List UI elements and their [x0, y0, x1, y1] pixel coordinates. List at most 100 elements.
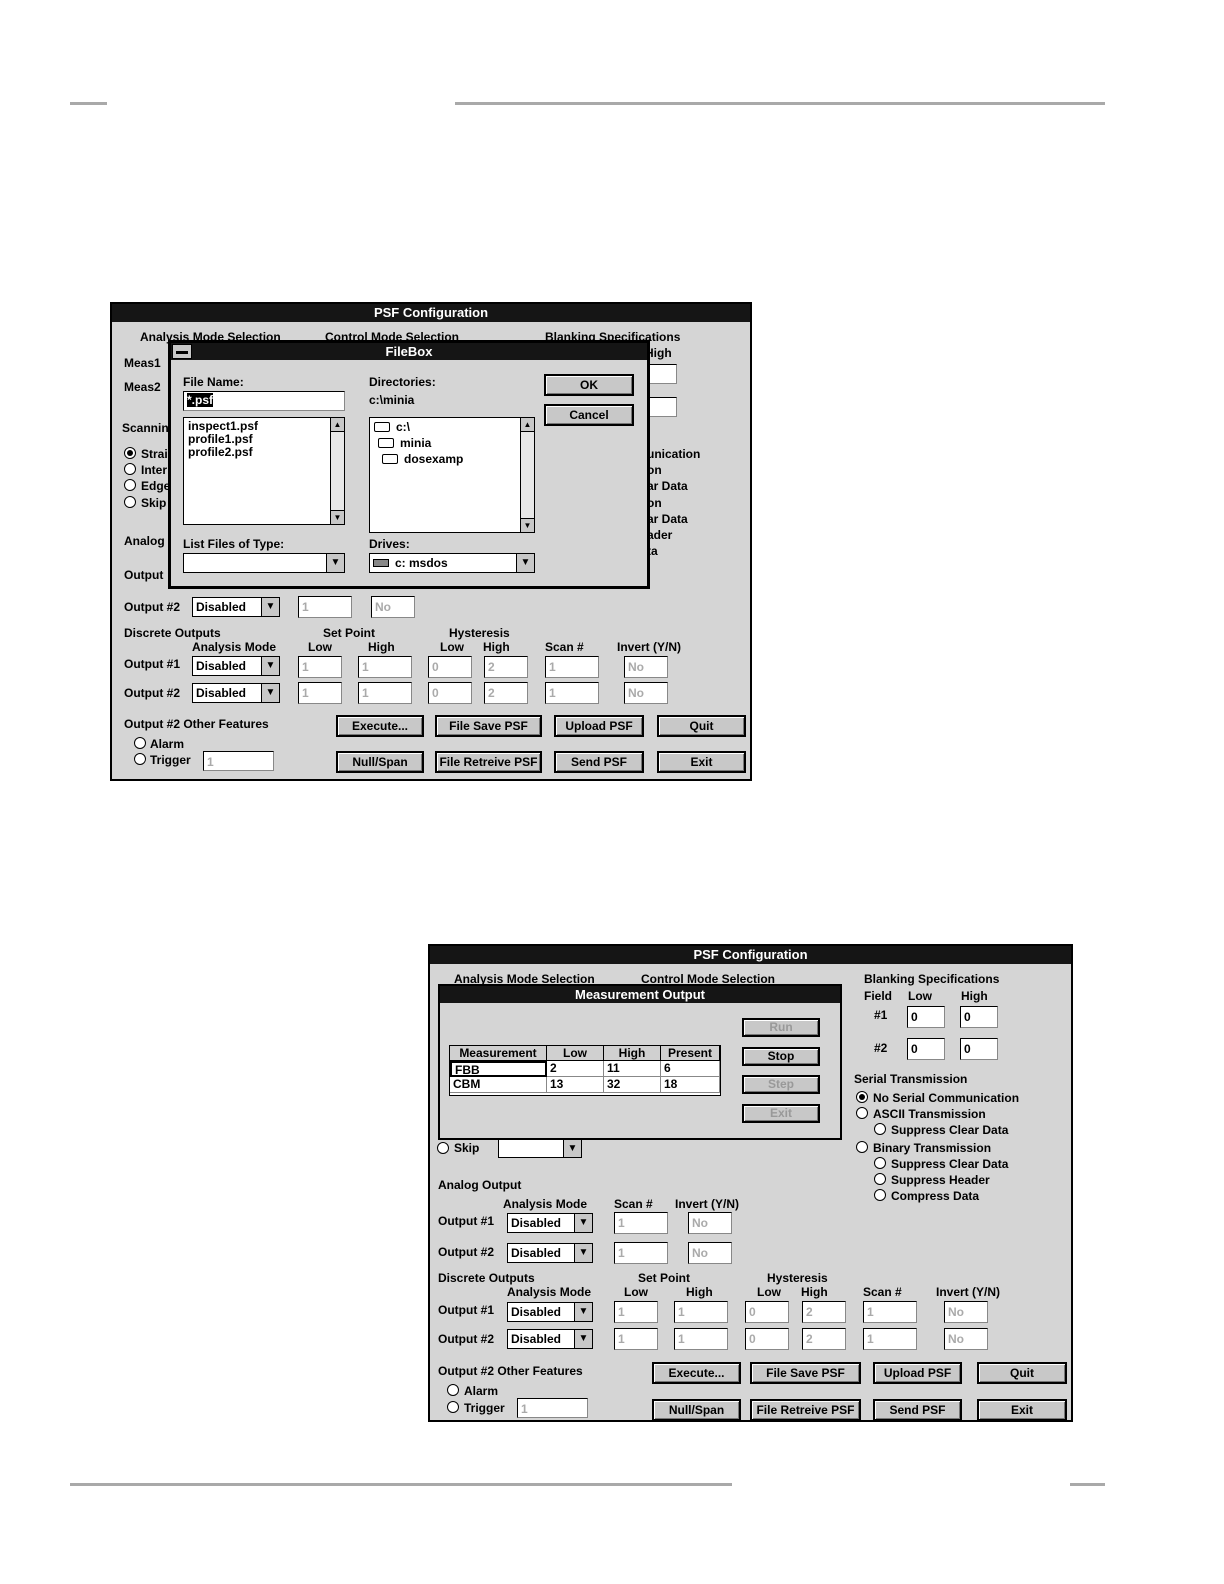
d-output2-sp-low[interactable]: 1 — [298, 682, 342, 704]
quit-button[interactable]: Quit — [977, 1362, 1067, 1384]
suppress-header-radio[interactable] — [874, 1173, 886, 1185]
d-output2-hy-low[interactable]: 0 — [745, 1328, 789, 1350]
scan-radio-2[interactable] — [124, 463, 136, 475]
a-output2-mode[interactable]: Disabled ▼ — [507, 1243, 593, 1263]
dropdown-arrow-icon[interactable]: ▼ — [574, 1244, 592, 1262]
exit-button[interactable]: Exit — [977, 1399, 1067, 1421]
d-output1-sp-high[interactable]: 1 — [358, 656, 412, 678]
blank-row1-high[interactable]: 0 — [960, 1006, 998, 1028]
drives-dropdown[interactable]: c: msdos ▼ — [369, 553, 535, 573]
upload-psf-button[interactable]: Upload PSF — [873, 1362, 962, 1384]
d-output2-hy-low[interactable]: 0 — [428, 682, 472, 704]
scan-radio-1[interactable] — [124, 447, 136, 459]
d-output1-sp-low[interactable]: 1 — [614, 1301, 658, 1323]
dropdown-arrow-icon[interactable]: ▼ — [516, 554, 534, 572]
serial-ascii-radio[interactable] — [856, 1107, 868, 1119]
dir-item[interactable]: minia — [378, 437, 431, 450]
scroll-up-icon[interactable]: ▲ — [331, 418, 344, 432]
dir-list-scrollbar[interactable]: ▲ ▼ — [520, 418, 534, 532]
dir-item[interactable]: dosexamp — [382, 453, 463, 466]
trigger-radio[interactable] — [447, 1401, 459, 1413]
compress-data-radio[interactable] — [874, 1189, 886, 1201]
file-save-psf-button[interactable]: File Save PSF — [750, 1362, 861, 1384]
d-output2-mode[interactable]: Disabled ▼ — [507, 1329, 593, 1349]
scroll-down-icon[interactable]: ▼ — [521, 518, 534, 532]
d-output1-hy-high[interactable]: 2 — [802, 1301, 846, 1323]
system-menu-icon[interactable] — [172, 344, 192, 359]
skip-dropdown[interactable]: ▼ — [498, 1139, 582, 1158]
d-output2-sp-high[interactable]: 1 — [674, 1328, 728, 1350]
upload-psf-button[interactable]: Upload PSF — [554, 715, 644, 737]
file-name-input[interactable]: *.psf — [183, 391, 345, 411]
a-output2-invert[interactable]: No — [688, 1242, 732, 1264]
step-button[interactable]: Step — [742, 1075, 820, 1094]
d-output1-scan[interactable]: 1 — [545, 656, 599, 678]
dropdown-arrow-icon[interactable]: ▼ — [261, 657, 279, 675]
alarm-radio[interactable] — [447, 1384, 459, 1396]
d-output2-scan[interactable]: 1 — [545, 682, 599, 704]
d-output2-mode[interactable]: Disabled ▼ — [192, 683, 280, 703]
output2-scan[interactable]: 1 — [298, 596, 352, 618]
d-output1-sp-low[interactable]: 1 — [298, 656, 342, 678]
file-item[interactable]: profile2.psf — [188, 446, 253, 459]
skip-radio[interactable] — [437, 1142, 449, 1154]
d-output2-invert[interactable]: No — [624, 682, 668, 704]
send-psf-button[interactable]: Send PSF — [554, 751, 644, 773]
trigger-input[interactable]: 1 — [517, 1398, 588, 1418]
scan-radio-4[interactable] — [124, 496, 136, 508]
d-output1-sp-high[interactable]: 1 — [674, 1301, 728, 1323]
execute-button[interactable]: Execute... — [336, 715, 424, 737]
dropdown-arrow-icon[interactable]: ▼ — [563, 1140, 581, 1157]
run-button[interactable]: Run — [742, 1018, 820, 1037]
ok-button[interactable]: OK — [544, 374, 634, 396]
d-output2-hy-high[interactable]: 2 — [484, 682, 528, 704]
dropdown-arrow-icon[interactable]: ▼ — [574, 1214, 592, 1232]
d-output1-hy-low[interactable]: 0 — [428, 656, 472, 678]
null-span-button[interactable]: Null/Span — [652, 1399, 741, 1421]
file-save-psf-button[interactable]: File Save PSF — [435, 715, 542, 737]
quit-button[interactable]: Quit — [657, 715, 746, 737]
dropdown-arrow-icon[interactable]: ▼ — [261, 598, 279, 616]
dropdown-arrow-icon[interactable]: ▼ — [574, 1330, 592, 1348]
directory-list[interactable]: c:\ minia dosexamp ▲ ▼ — [369, 417, 535, 533]
table-cell[interactable]: FBB — [450, 1061, 547, 1077]
blank-row2-high[interactable]: 0 — [960, 1038, 998, 1060]
d-output1-hy-high[interactable]: 2 — [484, 656, 528, 678]
d-output2-sp-high[interactable]: 1 — [358, 682, 412, 704]
file-list-scrollbar[interactable]: ▲ ▼ — [330, 418, 344, 524]
output2-mode-dropdown[interactable]: Disabled ▼ — [192, 597, 280, 617]
a-output1-scan[interactable]: 1 — [614, 1212, 668, 1234]
file-list[interactable]: inspect1.psf profile1.psf profile2.psf ▲… — [183, 417, 345, 525]
ascii-suppress-clear-radio[interactable] — [874, 1123, 886, 1135]
stop-button[interactable]: Stop — [742, 1047, 820, 1066]
send-psf-button[interactable]: Send PSF — [873, 1399, 962, 1421]
output2-invert[interactable]: No — [371, 596, 415, 618]
serial-none-radio[interactable] — [856, 1091, 868, 1103]
serial-binary-radio[interactable] — [856, 1141, 868, 1153]
cancel-button[interactable]: Cancel — [544, 404, 634, 426]
d-output1-hy-low[interactable]: 0 — [745, 1301, 789, 1323]
d-output2-sp-low[interactable]: 1 — [614, 1328, 658, 1350]
alarm-radio[interactable] — [134, 737, 146, 749]
a-output1-mode[interactable]: Disabled ▼ — [507, 1213, 593, 1233]
d-output2-invert[interactable]: No — [944, 1328, 988, 1350]
scan-radio-3[interactable] — [124, 479, 136, 491]
exit-button[interactable]: Exit — [657, 751, 746, 773]
d-output1-invert[interactable]: No — [944, 1301, 988, 1323]
blank-row1-low[interactable]: 0 — [907, 1006, 945, 1028]
binary-suppress-clear-radio[interactable] — [874, 1157, 886, 1169]
trigger-input[interactable]: 1 — [203, 751, 274, 771]
scroll-up-icon[interactable]: ▲ — [521, 418, 534, 432]
d-output1-mode[interactable]: Disabled ▼ — [507, 1302, 593, 1322]
d-output2-hy-high[interactable]: 2 — [802, 1328, 846, 1350]
dropdown-arrow-icon[interactable]: ▼ — [574, 1303, 592, 1321]
file-type-dropdown[interactable]: ▼ — [183, 553, 345, 573]
file-retreive-psf-button[interactable]: File Retreive PSF — [435, 751, 542, 773]
execute-button[interactable]: Execute... — [652, 1362, 741, 1384]
d-output2-scan[interactable]: 1 — [863, 1328, 917, 1350]
a-output2-scan[interactable]: 1 — [614, 1242, 668, 1264]
trigger-radio[interactable] — [134, 753, 146, 765]
file-retreive-psf-button[interactable]: File Retreive PSF — [750, 1399, 861, 1421]
dropdown-arrow-icon[interactable]: ▼ — [326, 554, 344, 572]
scroll-down-icon[interactable]: ▼ — [331, 510, 344, 524]
